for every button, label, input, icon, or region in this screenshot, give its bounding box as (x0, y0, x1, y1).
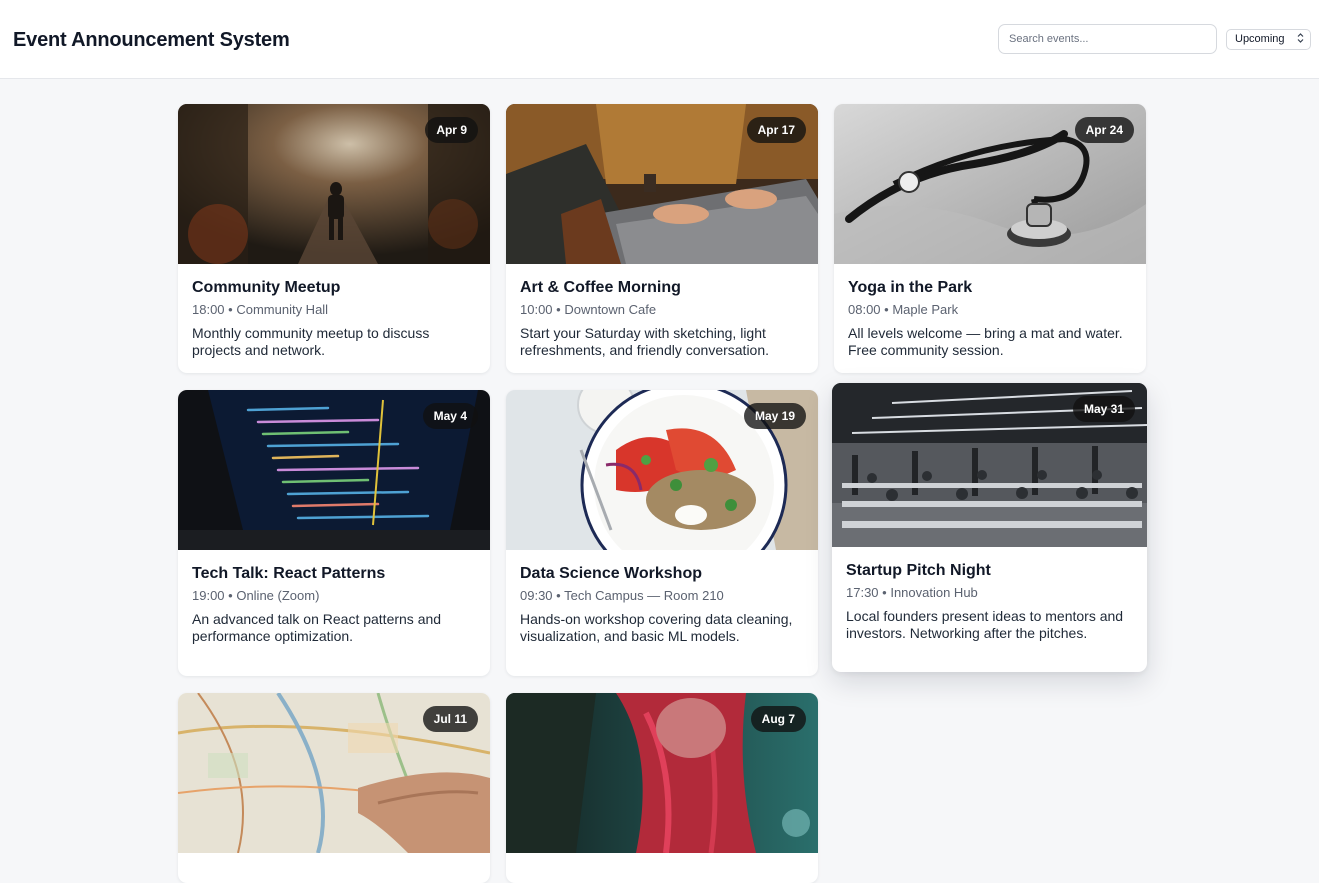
event-title: Tech Talk: React Patterns (192, 565, 386, 582)
event-description: Hands-on workshop covering data cleaning… (520, 611, 793, 644)
event-meta: 17:30 • Innovation Hub (846, 585, 978, 600)
event-card[interactable]: May 31 Startup Pitch Night 17:30 • Innov… (832, 383, 1147, 672)
event-image-forest-path: Apr 9 (178, 104, 490, 264)
event-time: 18:00 (192, 302, 225, 317)
event-card[interactable]: Apr 9 Community Meetup 18:00 • Community… (178, 104, 490, 373)
event-description: Start your Saturday with sketching, ligh… (520, 325, 770, 358)
search-input[interactable] (998, 24, 1217, 54)
date-badge: Apr 9 (425, 117, 478, 143)
event-description: Local founders present ideas to mentors … (846, 608, 1124, 641)
event-meta: 10:00 • Downtown Cafe (520, 302, 657, 317)
event-image-code-laptop: May 4 (178, 390, 490, 550)
date-badge: Aug 7 (750, 706, 806, 732)
event-time: 19:00 (192, 588, 225, 603)
event-description: An advanced talk on React patterns and p… (192, 611, 442, 644)
event-image-red-hair: Aug 7 (506, 693, 818, 853)
event-location: Downtown Cafe (564, 302, 657, 317)
event-time: 08:00 (848, 302, 881, 317)
date-badge: May 31 (1072, 396, 1135, 422)
date-badge: May 4 (422, 403, 478, 429)
event-card[interactable]: Aug 7 (506, 693, 818, 883)
date-badge: May 19 (743, 403, 806, 429)
event-card[interactable]: May 19 Data Science Workshop 09:30 • Tec… (506, 390, 818, 676)
event-card[interactable]: Jul 11 (178, 693, 490, 883)
sort-select[interactable]: Upcoming (1226, 29, 1311, 50)
event-location: Tech Campus — Room 210 (564, 588, 724, 603)
event-image-laptop-typing: Apr 17 (506, 104, 818, 264)
event-location: Maple Park (892, 302, 959, 317)
event-title: Startup Pitch Night (846, 562, 991, 579)
chevron-up-down-icon (1297, 32, 1304, 44)
event-meta: 18:00 • Community Hall (192, 302, 329, 317)
event-time: 09:30 (520, 588, 553, 603)
event-image-stethoscope: Apr 24 (834, 104, 1146, 264)
event-title: Data Science Workshop (520, 565, 702, 582)
event-meta: 09:30 • Tech Campus — Room 210 (520, 588, 724, 603)
date-badge: Jul 11 (422, 706, 478, 732)
event-image-open-office: May 31 (832, 383, 1147, 547)
event-title: Yoga in the Park (848, 279, 973, 296)
event-location: Innovation Hub (890, 585, 978, 600)
event-meta: 08:00 • Maple Park (848, 302, 959, 317)
event-card[interactable]: Apr 17 Art & Coffee Morning 10:00 • Down… (506, 104, 818, 373)
event-image-salad-plate: May 19 (506, 390, 818, 550)
app-title: Event Announcement System (13, 29, 290, 51)
date-badge: Apr 17 (746, 117, 806, 143)
event-time: 10:00 (520, 302, 553, 317)
event-description: All levels welcome — bring a mat and wat… (848, 325, 1123, 358)
date-badge: Apr 24 (1074, 117, 1134, 143)
app-header: Event Announcement System Upcoming (0, 0, 1319, 79)
event-location: Community Hall (236, 302, 329, 317)
event-image-paper-map: Jul 11 (178, 693, 490, 853)
event-description: Monthly community meetup to discuss proj… (192, 325, 430, 358)
event-time: 17:30 (846, 585, 879, 600)
event-title: Community Meetup (192, 279, 341, 296)
event-meta: 19:00 • Online (Zoom) (192, 588, 320, 603)
sort-select-value: Upcoming (1235, 33, 1285, 45)
event-title: Art & Coffee Morning (520, 279, 681, 296)
event-card[interactable]: May 4 Tech Talk: React Patterns 19:00 • … (178, 390, 490, 676)
event-location: Online (Zoom) (236, 588, 320, 603)
event-card[interactable]: Apr 24 Yoga in the Park 08:00 • Maple Pa… (834, 104, 1146, 373)
